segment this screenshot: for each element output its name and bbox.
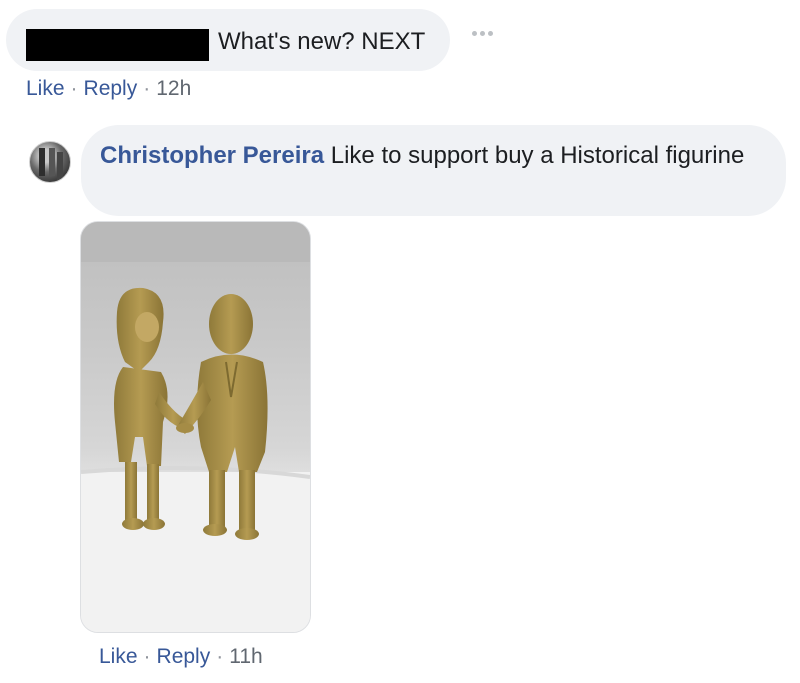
comment-text: What's new? NEXT xyxy=(218,28,426,55)
like-link[interactable]: Like xyxy=(99,645,138,668)
comment-bubble: Christopher Pereira Like to support buy … xyxy=(81,125,786,216)
separator-dot: · xyxy=(143,645,151,668)
avatar[interactable] xyxy=(29,141,71,183)
comment-text: Like to support buy a Historical figurin… xyxy=(330,142,745,169)
comment-actions: Like · Reply · 11h xyxy=(99,645,263,669)
more-options-icon[interactable] xyxy=(472,31,493,36)
separator-dot: · xyxy=(70,77,78,100)
comment-actions: Like · Reply · 12h xyxy=(26,77,191,101)
comment-body: Christopher Pereira Like to support buy … xyxy=(100,140,760,171)
reply-link[interactable]: Reply xyxy=(157,645,211,668)
comment-author[interactable]: Christopher Pereira xyxy=(100,142,324,169)
comment-photo[interactable] xyxy=(80,221,311,633)
figurine-image xyxy=(81,222,310,632)
separator-dot: · xyxy=(143,77,151,100)
redaction-bar xyxy=(26,29,209,61)
reply-link[interactable]: Reply xyxy=(84,77,138,100)
comment-timestamp[interactable]: 12h xyxy=(156,77,191,100)
like-link[interactable]: Like xyxy=(26,77,65,100)
comment-timestamp[interactable]: 11h xyxy=(229,645,262,668)
separator-dot: · xyxy=(216,645,224,668)
comment-bubble: What's new? NEXT xyxy=(6,9,450,71)
